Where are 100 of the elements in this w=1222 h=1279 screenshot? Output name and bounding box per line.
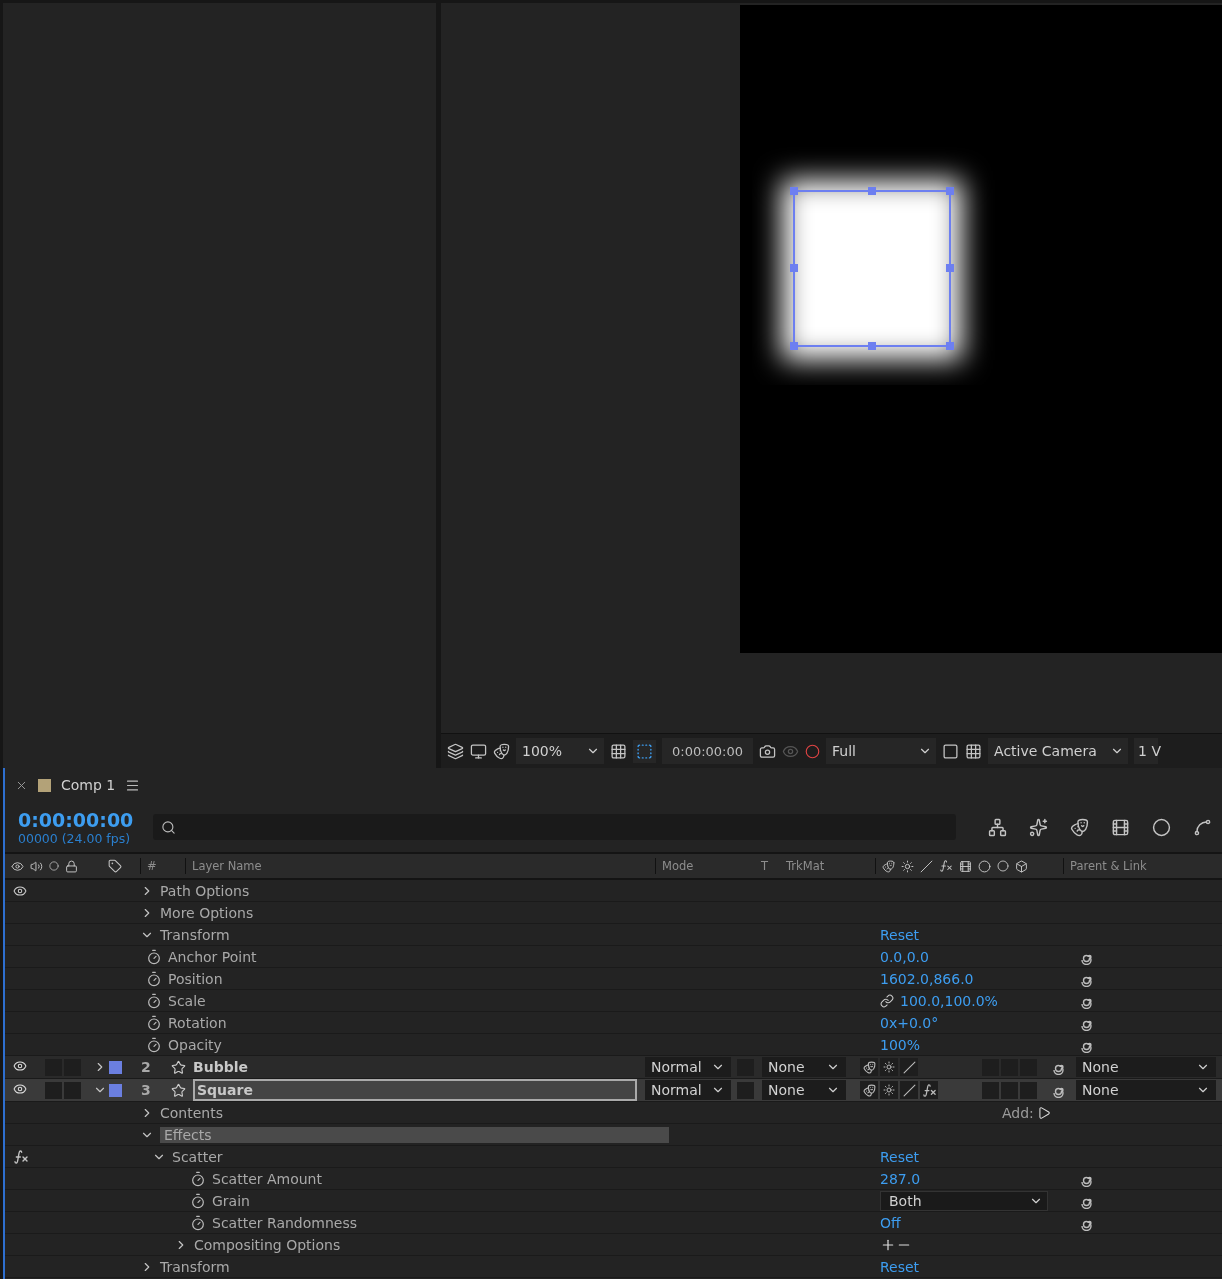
resolution-dropdown[interactable]: Full bbox=[826, 738, 937, 764]
timecode-field[interactable]: 0:00:00:00 bbox=[662, 738, 754, 764]
mode-dropdown[interactable]: Normal bbox=[645, 1080, 731, 1100]
quality-switch[interactable] bbox=[880, 1081, 898, 1099]
current-time[interactable]: 0:00:00:00 bbox=[18, 808, 134, 831]
column-heading[interactable]: TrkMat bbox=[786, 859, 825, 873]
stopwatch-icon[interactable] bbox=[146, 1014, 162, 1031]
mode-dropdown[interactable]: Normal bbox=[645, 1057, 731, 1077]
chain-link-icon[interactable] bbox=[880, 993, 894, 1008]
stopwatch-icon[interactable] bbox=[146, 970, 162, 987]
mask-path-toggle-icon[interactable] bbox=[633, 739, 656, 763]
monitor-icon[interactable] bbox=[470, 742, 487, 760]
layers-icon[interactable] bbox=[447, 742, 464, 760]
frame-blending-icon[interactable] bbox=[1111, 817, 1130, 837]
group-label[interactable]: Compositing Options bbox=[194, 1236, 341, 1253]
fx-switch[interactable] bbox=[920, 1081, 938, 1099]
views-dropdown[interactable]: 1 V bbox=[1134, 738, 1159, 764]
eye-icon[interactable] bbox=[13, 1058, 27, 1073]
property-value[interactable]: 0.0,0.0 bbox=[880, 948, 929, 965]
property-value[interactable]: Off bbox=[880, 1214, 901, 1231]
column-heading[interactable]: Layer Name bbox=[192, 859, 262, 873]
switch-box[interactable] bbox=[45, 1081, 62, 1099]
audio-icon bbox=[30, 859, 43, 873]
camera-dropdown[interactable]: Active Camera bbox=[988, 738, 1129, 764]
layer-row[interactable]: 2 Bubble Normal None None bbox=[5, 1056, 1222, 1079]
switch-box[interactable] bbox=[64, 1081, 81, 1099]
layer-number: 2 bbox=[140, 1059, 152, 1075]
search-field[interactable] bbox=[153, 814, 956, 840]
menu-icon[interactable] bbox=[125, 777, 141, 793]
label-color-swatch[interactable] bbox=[109, 1083, 122, 1097]
grain-dropdown[interactable]: Both bbox=[880, 1190, 1048, 1211]
parent-dropdown[interactable]: None bbox=[1076, 1080, 1216, 1100]
column-heading[interactable]: Parent & Link bbox=[1070, 859, 1147, 873]
group-label[interactable]: More Options bbox=[160, 904, 254, 921]
region-icon[interactable] bbox=[942, 742, 960, 760]
frame-blending-icon bbox=[959, 859, 972, 873]
column-heading[interactable]: Mode bbox=[662, 859, 694, 873]
eye-icon[interactable] bbox=[13, 883, 27, 898]
property-value[interactable]: 287.0 bbox=[880, 1170, 921, 1187]
camera-icon[interactable] bbox=[759, 742, 777, 760]
layer-row[interactable]: 3 Square Normal None None bbox=[5, 1079, 1222, 1102]
slash-switch[interactable] bbox=[900, 1081, 918, 1099]
property-label: Opacity bbox=[168, 1036, 222, 1053]
search-icon bbox=[161, 819, 177, 835]
property-label: Rotation bbox=[168, 1014, 227, 1031]
stopwatch-icon[interactable] bbox=[146, 948, 162, 965]
group-label[interactable]: Contents bbox=[160, 1104, 223, 1121]
stopwatch-icon[interactable] bbox=[190, 1214, 206, 1231]
stopwatch-icon[interactable] bbox=[190, 1192, 206, 1209]
property-value[interactable]: 1602.0,866.0 bbox=[880, 970, 974, 987]
group-label[interactable]: Transform bbox=[160, 926, 230, 943]
masks-icon[interactable] bbox=[493, 742, 510, 760]
add-label: Add: bbox=[1002, 1104, 1034, 1121]
grid-icon[interactable] bbox=[610, 742, 627, 760]
shy-switch[interactable] bbox=[860, 1081, 878, 1099]
slash-switch[interactable] bbox=[900, 1058, 918, 1076]
fx-icon bbox=[939, 859, 953, 873]
group-label[interactable]: Transform bbox=[160, 1258, 230, 1275]
reset-link[interactable]: Reset bbox=[880, 1258, 920, 1275]
label-color-swatch[interactable] bbox=[109, 1060, 122, 1074]
3d-layer-icon bbox=[1015, 859, 1028, 873]
quality-icon bbox=[901, 859, 914, 873]
property-label: Position bbox=[168, 970, 223, 987]
group-label[interactable]: Effects bbox=[160, 1126, 669, 1143]
graph-editor-icon[interactable] bbox=[1193, 817, 1212, 837]
hierarchy-icon[interactable] bbox=[988, 817, 1007, 837]
stopwatch-icon[interactable] bbox=[146, 1036, 162, 1053]
switch-box[interactable] bbox=[1020, 1081, 1037, 1099]
switch-box[interactable] bbox=[982, 1081, 999, 1099]
shy-switch[interactable] bbox=[860, 1058, 878, 1076]
zoom-dropdown[interactable]: 100% bbox=[516, 738, 604, 764]
property-label: Anchor Point bbox=[168, 948, 257, 965]
layer-name[interactable]: Bubble bbox=[193, 1058, 637, 1076]
property-value[interactable]: 100% bbox=[880, 1036, 921, 1053]
quality-switch[interactable] bbox=[880, 1058, 898, 1076]
property-label: Scatter Randomness bbox=[212, 1214, 357, 1231]
track-matte-dropdown[interactable]: None bbox=[762, 1080, 846, 1100]
comp-tab-title[interactable]: Comp 1 bbox=[61, 777, 116, 793]
property-value[interactable]: 100.0,100.0% bbox=[900, 992, 998, 1009]
column-heading[interactable]: # bbox=[147, 859, 157, 873]
property-label: Grain bbox=[212, 1192, 250, 1209]
group-label[interactable]: Scatter bbox=[172, 1148, 223, 1165]
reset-link[interactable]: Reset bbox=[880, 1148, 920, 1165]
property-value[interactable]: 0x+0.0° bbox=[880, 1014, 939, 1031]
column-heading[interactable]: T bbox=[761, 859, 769, 873]
reset-link[interactable]: Reset bbox=[880, 926, 920, 943]
property-label: Scale bbox=[168, 992, 206, 1009]
stopwatch-icon[interactable] bbox=[190, 1170, 206, 1187]
eye-icon bbox=[11, 859, 24, 873]
stopwatch-icon[interactable] bbox=[146, 992, 162, 1009]
eye-icon[interactable] bbox=[13, 1081, 27, 1096]
switch-box[interactable] bbox=[1001, 1081, 1018, 1099]
group-label[interactable]: Path Options bbox=[160, 882, 250, 899]
property-label: Scatter Amount bbox=[212, 1170, 322, 1187]
label-icon bbox=[108, 859, 122, 873]
track-matte-box[interactable] bbox=[737, 1081, 754, 1099]
parent-dropdown[interactable]: None bbox=[1076, 1057, 1216, 1077]
track-matte-dropdown[interactable]: None bbox=[762, 1057, 846, 1077]
layer-name[interactable]: Square bbox=[193, 1079, 637, 1101]
frame-info: 00000 (24.00 fps) bbox=[18, 830, 132, 846]
